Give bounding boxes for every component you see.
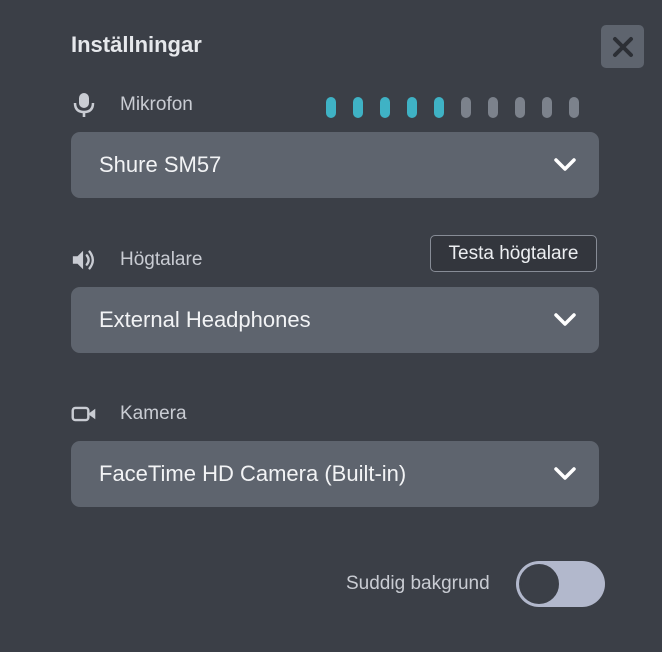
camera-select-value: FaceTime HD Camera (Built-in) <box>99 461 407 486</box>
microphone-icon <box>71 92 97 118</box>
close-button[interactable] <box>601 25 644 68</box>
speaker-icon <box>71 247 97 273</box>
camera-label: Kamera <box>120 403 187 424</box>
microphone-select-value: Shure SM57 <box>99 152 222 177</box>
level-bar <box>353 97 363 118</box>
close-icon <box>612 36 633 57</box>
chevron-down-icon <box>554 158 576 171</box>
toggle-knob <box>519 564 559 604</box>
level-bar <box>542 97 552 118</box>
level-bar <box>461 97 471 118</box>
blur-background-label: Suddig bakgrund <box>346 573 490 594</box>
speaker-select[interactable]: External Headphones <box>71 287 599 353</box>
level-bar <box>488 97 498 118</box>
speaker-label: Högtalare <box>120 249 203 270</box>
level-bar <box>569 97 579 118</box>
chevron-down-icon <box>554 467 576 480</box>
level-bar <box>515 97 525 118</box>
dialog-title: Inställningar <box>71 32 202 57</box>
blur-background-toggle[interactable] <box>516 561 605 607</box>
speaker-select-value: External Headphones <box>99 307 311 332</box>
level-bar <box>434 97 444 118</box>
microphone-select[interactable]: Shure SM57 <box>71 132 599 198</box>
chevron-down-icon <box>554 313 576 326</box>
video-camera-icon <box>71 401 97 427</box>
speaker-label-row: Högtalare <box>71 247 202 273</box>
microphone-label: Mikrofon <box>120 94 193 115</box>
camera-label-row: Kamera <box>71 401 187 427</box>
level-bar <box>326 97 336 118</box>
microphone-level-meter <box>326 97 579 118</box>
test-speaker-button[interactable]: Testa högtalare <box>430 235 597 272</box>
camera-select[interactable]: FaceTime HD Camera (Built-in) <box>71 441 599 507</box>
level-bar <box>407 97 417 118</box>
microphone-label-row: Mikrofon <box>71 92 193 118</box>
level-bar <box>380 97 390 118</box>
